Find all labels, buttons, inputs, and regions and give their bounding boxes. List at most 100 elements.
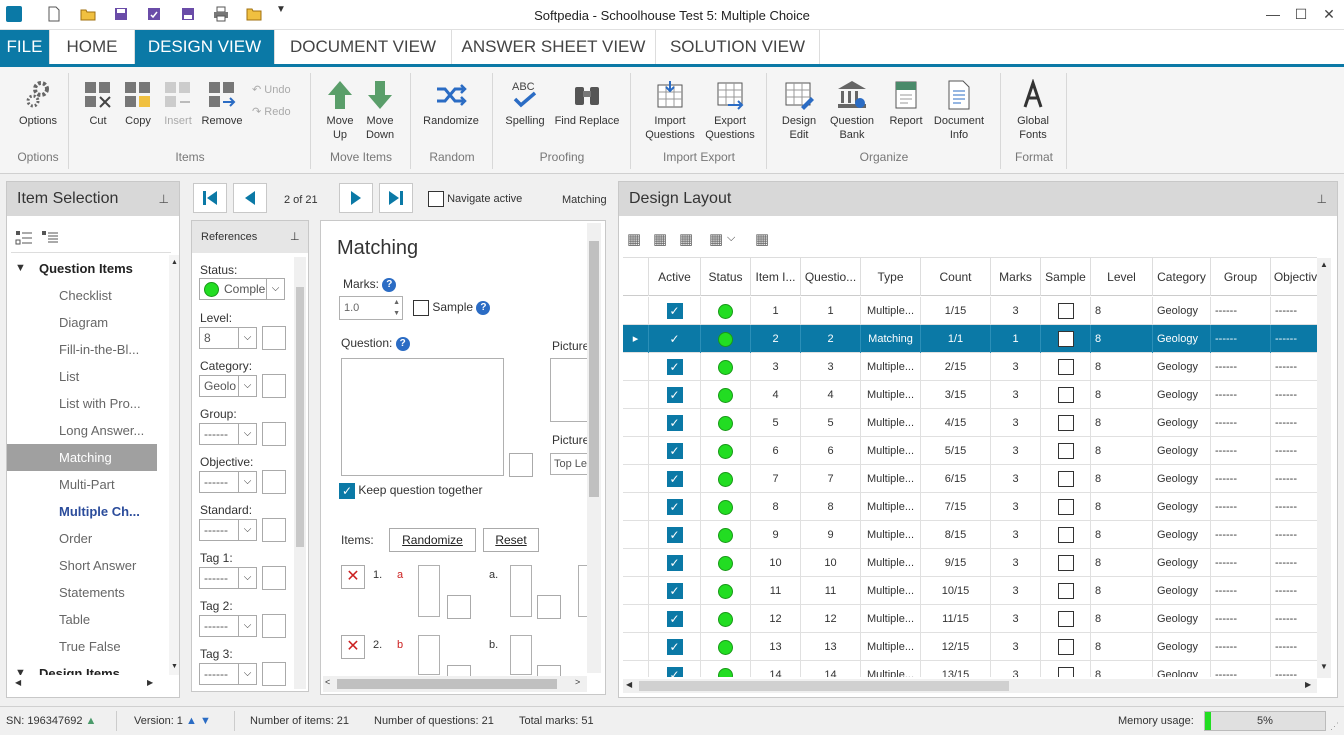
tab-file[interactable]: FILE: [0, 30, 50, 64]
standard-dropdown[interactable]: ------ ⌵: [199, 519, 257, 541]
scroll-left-icon[interactable]: ◀: [626, 680, 632, 689]
tree-item[interactable]: Order: [7, 525, 157, 552]
remove-button[interactable]: Remove: [198, 79, 246, 128]
spelling-button[interactable]: ABC Spelling: [500, 79, 550, 128]
col-type[interactable]: Type: [861, 258, 921, 296]
edit-category-icon[interactable]: [262, 374, 286, 398]
version-up-icon[interactable]: ▲: [186, 715, 197, 727]
navigate-active-checkbox[interactable]: Navigate active: [428, 191, 522, 207]
import-questions-button[interactable]: Import Questions: [640, 79, 700, 142]
tab-answer-sheet-view[interactable]: ANSWER SHEET VIEW: [452, 30, 656, 64]
randomize-items-button[interactable]: Randomize: [389, 528, 476, 552]
edit-objective-icon[interactable]: [262, 470, 286, 494]
tree-item[interactable]: List: [7, 363, 157, 390]
pin-icon[interactable]: ⊥: [1317, 192, 1327, 206]
help-icon[interactable]: ?: [382, 277, 397, 292]
edit-group-icon[interactable]: [262, 422, 286, 446]
sample-checkbox[interactable]: [1041, 437, 1091, 465]
resize-grip-icon[interactable]: ⋰: [1330, 721, 1339, 732]
sample-checkbox[interactable]: [1041, 325, 1091, 353]
minimize-button[interactable]: —: [1258, 4, 1288, 24]
active-checkbox[interactable]: ✓: [649, 465, 701, 493]
arrow-up-icon[interactable]: ▲: [86, 715, 97, 727]
close-button[interactable]: ✕: [1314, 4, 1344, 24]
col-level[interactable]: Level: [1091, 258, 1153, 296]
tag2-dropdown[interactable]: ------ ⌵: [199, 615, 257, 637]
active-checkbox[interactable]: ✓: [649, 521, 701, 549]
pin-icon[interactable]: ⊥: [290, 230, 300, 243]
objective-dropdown[interactable]: ------ ⌵: [199, 471, 257, 493]
expand-all-icon[interactable]: [15, 230, 33, 246]
delete-pair-icon[interactable]: ✕: [341, 635, 365, 659]
status-dropdown[interactable]: Comple ⌵: [199, 278, 285, 300]
table-row[interactable]: ✓ 12 12 Multiple... 11/15 3 8 Geology ------ ----…: [623, 605, 1317, 633]
tab-design-view[interactable]: DESIGN VIEW: [135, 30, 275, 64]
move-down-button[interactable]: Move Down: [360, 79, 400, 142]
maximize-button[interactable]: ☐: [1286, 4, 1316, 24]
active-checkbox[interactable]: ✓: [649, 633, 701, 661]
horizontal-scrollbar[interactable]: ◀ ▶: [623, 679, 1317, 693]
version-down-icon[interactable]: ▼: [200, 715, 211, 727]
col-question[interactable]: Questio...: [801, 258, 861, 296]
chevron-down-icon[interactable]: ⌵: [727, 232, 735, 245]
sample-checkbox[interactable]: [1041, 577, 1091, 605]
copy-button[interactable]: Copy: [118, 79, 158, 128]
vertical-scrollbar[interactable]: ▲ ▼: [1317, 258, 1331, 678]
tab-document-view[interactable]: DOCUMENT VIEW: [275, 30, 452, 64]
active-checkbox[interactable]: ✓: [649, 437, 701, 465]
move-up-button[interactable]: Move Up: [320, 79, 360, 142]
table-row[interactable]: ✓ 7 7 Multiple... 6/15 3 8 Geology ------ ------: [623, 465, 1317, 493]
sample-checkbox[interactable]: [1041, 521, 1091, 549]
tree-item[interactable]: Checklist: [7, 282, 157, 309]
tab-home[interactable]: HOME: [50, 30, 135, 64]
horizontal-scrollbar[interactable]: < >: [323, 676, 587, 692]
col-active[interactable]: Active: [649, 258, 701, 296]
tree-item[interactable]: List with Pro...: [7, 390, 157, 417]
table-row[interactable]: ✓ 8 8 Multiple... 7/15 3 8 Geology ------ ------: [623, 493, 1317, 521]
edit-pair-right-icon[interactable]: [537, 595, 561, 619]
cut-button[interactable]: Cut: [78, 79, 118, 128]
table-row[interactable]: ✓ 5 5 Multiple... 4/15 3 8 Geology ------ ------: [623, 409, 1317, 437]
tree-item-current[interactable]: Multiple Ch...: [7, 498, 157, 525]
global-fonts-button[interactable]: Global Fonts: [1008, 79, 1058, 142]
tree-item[interactable]: Table: [7, 606, 157, 633]
sample-checkbox[interactable]: [1041, 605, 1091, 633]
active-checkbox[interactable]: ✓: [649, 409, 701, 437]
sample-checkbox[interactable]: [1041, 493, 1091, 521]
export-questions-button[interactable]: Export Questions: [700, 79, 760, 142]
picture-position-dropdown[interactable]: Top Le: [550, 453, 590, 475]
scroll-down-icon[interactable]: ▼: [1320, 662, 1328, 671]
scroll-left-icon[interactable]: ◀: [15, 678, 21, 687]
active-checkbox[interactable]: ✓: [649, 353, 701, 381]
sample-checkbox[interactable]: [1041, 409, 1091, 437]
tree-item[interactable]: Fill-in-the-Bl...: [7, 336, 157, 363]
report-button[interactable]: Report: [884, 79, 928, 128]
col-count[interactable]: Count: [921, 258, 991, 296]
col-item-id[interactable]: Item I...: [751, 258, 801, 296]
sample-checkbox[interactable]: [1041, 465, 1091, 493]
scroll-left-icon[interactable]: <: [325, 677, 330, 687]
tree-group-question-items[interactable]: ▼ Question Items: [7, 255, 133, 282]
sample-checkbox[interactable]: [1041, 381, 1091, 409]
pair-right-field[interactable]: [510, 565, 532, 617]
tag3-dropdown[interactable]: ------ ⌵: [199, 663, 257, 685]
table-row[interactable]: ✓ 4 4 Multiple... 3/15 3 8 Geology ------ ------: [623, 381, 1317, 409]
table-row[interactable]: ✓ 6 6 Multiple... 5/15 3 8 Geology ------ ------: [623, 437, 1317, 465]
table-row[interactable]: ✓ 14 14 Multiple... 13/15 3 8 Geology ------ ----…: [623, 661, 1317, 677]
tree-item[interactable]: Multi-Part: [7, 471, 157, 498]
keep-together-checkbox[interactable]: ✓ Keep question together: [339, 483, 482, 499]
help-icon[interactable]: ?: [476, 301, 491, 315]
edit-tag3-icon[interactable]: [262, 662, 286, 686]
col-category[interactable]: Category: [1153, 258, 1211, 296]
table-row[interactable]: ✓ 11 11 Multiple... 10/15 3 8 Geology ------ ----…: [623, 577, 1317, 605]
reset-items-button[interactable]: Reset: [483, 528, 539, 552]
active-checkbox[interactable]: ✓: [649, 605, 701, 633]
marks-spinner[interactable]: 1.0 ▲ ▼: [339, 296, 403, 320]
tree-item[interactable]: Short Answer: [7, 552, 157, 579]
table-row[interactable]: ✓ 13 13 Multiple... 12/15 3 8 Geology ------ ----…: [623, 633, 1317, 661]
scroll-down-icon[interactable]: ▼: [171, 663, 178, 670]
sample-checkbox[interactable]: [1041, 661, 1091, 677]
tree-item[interactable]: Long Answer...: [7, 417, 157, 444]
active-checkbox[interactable]: ✓: [649, 493, 701, 521]
active-checkbox[interactable]: ✓: [649, 549, 701, 577]
